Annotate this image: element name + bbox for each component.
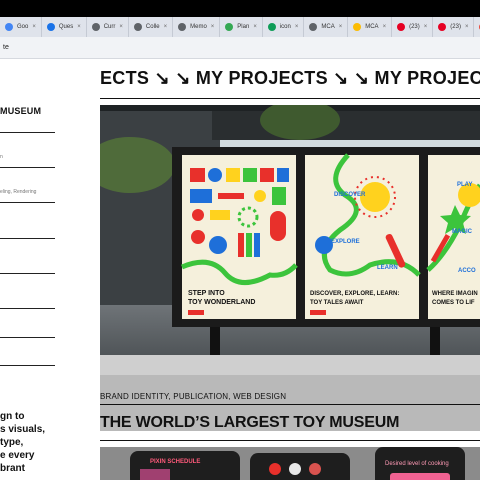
address-bar[interactable]: te (0, 37, 480, 59)
browser-tab[interactable]: Memo × (173, 17, 221, 37)
tab-label: (23) (409, 24, 420, 30)
projects-marquee: ECTS ↘ ↘ MY PROJECTS ↘ ↘ MY PROJECTS ↘ ↘ (100, 68, 480, 88)
tab-favicon-icon (438, 23, 447, 31)
poster-1-headline-2: TOY WONDERLAND (188, 299, 255, 306)
list-divider (0, 365, 55, 366)
poster-2-headline-2: TOY TALES AWAIT (310, 300, 364, 306)
poster-2-word-discover: DISCOVER (334, 192, 366, 198)
browser-tab[interactable]: Curr × (87, 17, 129, 37)
browser-tab[interactable]: Ques × (42, 17, 87, 37)
hero-billboard-image[interactable]: STEP INTO TOY WONDERLAND DISCOVER EXPLOR… (100, 105, 480, 431)
poster-2-word-explore: EXPLORE (331, 239, 360, 245)
tab-favicon-icon (178, 23, 187, 31)
project-tags: BRAND IDENTITY, PUBLICATION, WEB DESIGN (100, 392, 287, 401)
browser-tab[interactable]: Colle × (129, 17, 174, 37)
tab-close-icon[interactable]: × (465, 24, 469, 30)
tab-favicon-icon (267, 23, 276, 31)
tab-favicon-icon (5, 23, 13, 31)
tab-label: Goo (17, 24, 29, 30)
list-divider (0, 132, 55, 133)
preview-left-label: PIXIN SCHEDULE (150, 459, 200, 465)
tab-label: Ques (58, 24, 74, 30)
poster-1[interactable]: STEP INTO TOY WONDERLAND (181, 155, 298, 319)
sidewalk-curb (100, 355, 480, 375)
tab-label: Memo (190, 24, 207, 30)
tab-label: icon (279, 24, 291, 30)
poster-3-headline-1: WHERE IMAGIN (432, 291, 478, 297)
description-line: s visuals, (0, 424, 46, 435)
list-divider (0, 337, 55, 338)
tab-label: Plan (237, 24, 250, 30)
tab-favicon-icon (397, 23, 406, 31)
tab-close-icon[interactable]: × (383, 24, 387, 30)
poster-3-word-acco: ACCO (458, 268, 476, 274)
description-line: brant (0, 463, 25, 474)
tab-close-icon[interactable]: × (77, 24, 81, 30)
tab-close-icon[interactable]: × (211, 24, 215, 30)
project-meta-2: eling, Rendering (0, 189, 37, 195)
project-description: gn to s visuals, type, e every brant (0, 410, 62, 475)
poster-2-word-learn: LEARN (377, 265, 398, 271)
tab-close-icon[interactable]: × (32, 24, 36, 30)
list-divider (0, 238, 55, 239)
tab-close-icon[interactable]: × (119, 24, 123, 30)
tab-favicon-icon (309, 23, 318, 31)
tab-close-icon[interactable]: × (295, 24, 299, 30)
tab-close-icon[interactable]: × (424, 24, 428, 30)
poster-2-headline-1: DISCOVER, EXPLORE, LEARN: (310, 291, 399, 297)
browser-tab[interactable]: (23) × (433, 17, 475, 37)
project-title-left[interactable]: MUSEUM (0, 106, 41, 116)
poster-3-word-magic: MAGIC (452, 229, 473, 235)
tab-close-icon[interactable]: × (339, 24, 343, 30)
tab-favicon-icon (91, 23, 100, 31)
browser-tab[interactable]: Plan × (220, 17, 263, 37)
tab-close-icon[interactable]: × (253, 24, 257, 30)
tab-favicon-icon (225, 23, 234, 31)
poster-3-word-play: PLAY (457, 182, 472, 188)
project-title[interactable]: THE WORLD’S LARGEST TOY MUSEUM (100, 414, 399, 432)
browser-tab[interactable]: MCA × (348, 17, 393, 37)
project-list-panel: MUSEUM n eling, Rendering gn to s visual… (0, 59, 62, 480)
list-divider (0, 308, 55, 309)
browser-tab[interactable]: MCA × (304, 17, 349, 37)
browser-tab[interactable]: icon × (263, 17, 305, 37)
poster-1-headline-1: STEP INTO (188, 290, 225, 297)
tab-label: MCA (365, 24, 379, 30)
list-divider (0, 202, 55, 203)
browser-tab-strip: Goo × Ques × Curr × Colle × Memo × Plan × icon × MCA × M… (0, 17, 480, 37)
billboard-leg (430, 327, 440, 355)
browser-tab[interactable]: Goo × (0, 17, 42, 37)
tab-favicon-icon (353, 23, 362, 31)
poster-3[interactable]: PLAY MAGIC ACCO WHERE IMAGIN COMES TO LI… (426, 155, 480, 319)
list-divider (0, 273, 55, 274)
browser-tab[interactable]: (23) × (392, 17, 434, 37)
tab-favicon-icon (46, 23, 55, 31)
preview-right-label: Desired level of cooking (385, 461, 449, 467)
divider (100, 404, 480, 405)
description-line: gn to (0, 411, 25, 422)
poster-2[interactable]: DISCOVER EXPLORE LEARN DISCOVER, EXPLORE… (305, 153, 421, 319)
tab-favicon-icon (133, 23, 142, 31)
tab-label: Colle (145, 24, 160, 30)
address-text[interactable]: te (3, 44, 9, 51)
tab-label: Curr (103, 24, 116, 30)
window-top-bar (0, 0, 480, 17)
project-meta-1: n (0, 154, 3, 160)
poster-3-headline-2: COMES TO LIF (432, 300, 475, 306)
project-detail: ECTS ↘ ↘ MY PROJECTS ↘ ↘ MY PROJECTS ↘ ↘ (100, 59, 480, 480)
tab-close-icon[interactable]: × (164, 24, 168, 30)
billboard-leg (210, 327, 220, 355)
tab-label: MCA (321, 24, 335, 30)
tab-label: (23) (450, 24, 461, 30)
list-divider (0, 167, 55, 168)
description-line: e every (0, 450, 35, 461)
divider (100, 98, 480, 99)
browser-tab[interactable]: Inbox× (474, 17, 480, 37)
next-project-preview-image[interactable]: PIXIN SCHEDULE Desired level of cooking (100, 447, 480, 480)
description-line: type, (0, 437, 24, 448)
divider (100, 440, 480, 441)
